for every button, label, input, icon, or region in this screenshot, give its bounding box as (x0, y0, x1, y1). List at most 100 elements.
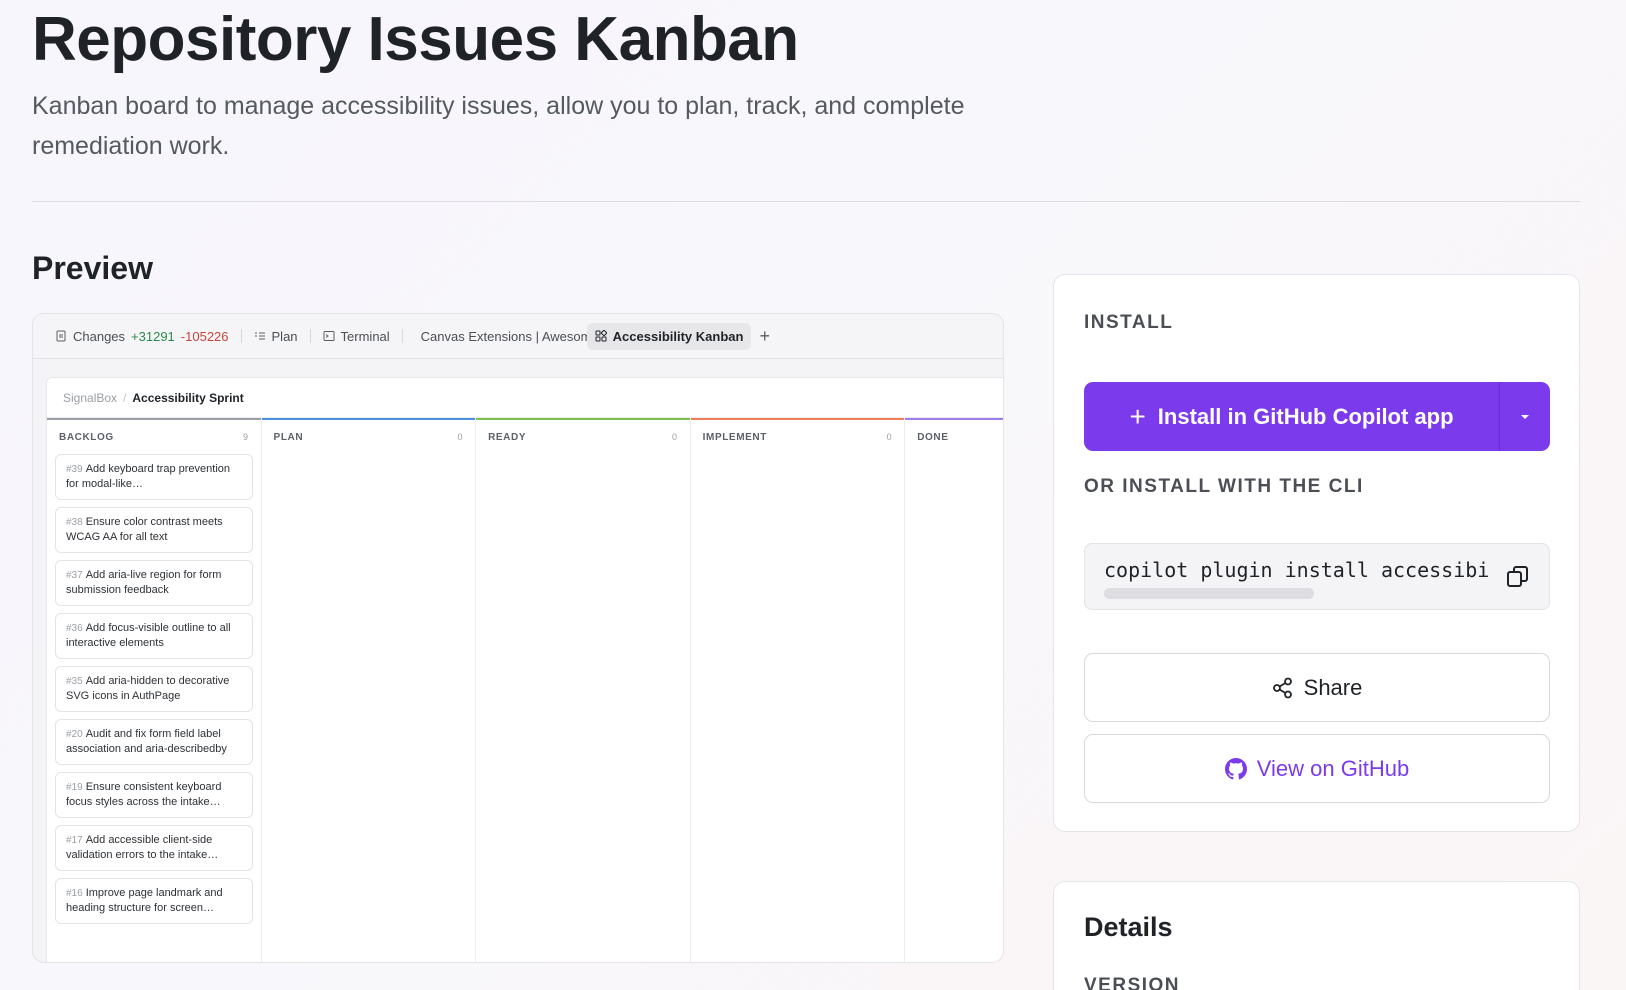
issue-card[interactable]: #19 Ensure consistent keyboard focus styl… (55, 772, 253, 818)
column-count: 0 (457, 432, 464, 442)
issue-title: Add keyboard trap prevention for modal-l… (66, 463, 231, 490)
issue-title: Add accessible client-side validation er… (66, 834, 219, 861)
issue-title: Add focus-visible outline to all interac… (66, 622, 231, 649)
install-heading: INSTALL (1084, 312, 1174, 333)
column-title: BACKLOG (59, 431, 114, 443)
page-subtitle: Kanban board to manage accessibility iss… (32, 92, 965, 160)
issue-number: #16 (66, 888, 83, 899)
tab-label: Accessibility Kanban (612, 328, 744, 344)
apps-icon (595, 330, 607, 342)
column-count: 0 (672, 432, 678, 442)
preview-tabbar: Changes +31291 -105226 Plan Terminal Can… (33, 314, 1003, 359)
issue-number: #35 (66, 676, 83, 687)
column-title: DONE (917, 431, 949, 443)
tab-label: Plan (271, 328, 298, 344)
install-copilot-button[interactable]: + Install in GitHub Copilot app (1084, 382, 1500, 451)
column-title: READY (488, 431, 527, 443)
tab-changes[interactable]: Changes +31291 -105226 (47, 323, 237, 350)
column-plan: PLAN 0 (261, 418, 477, 962)
github-label: View on GitHub (1256, 755, 1410, 781)
cli-command[interactable]: copilot plugin install accessibility-kan… (1104, 558, 1489, 582)
column-header: DONE (905, 418, 1003, 454)
issue-title: Audit and fix form field label associati… (66, 728, 227, 755)
issue-card[interactable]: #37 Add aria-live region for form submiss… (55, 560, 253, 606)
terminal-icon (323, 331, 335, 341)
file-icon (56, 330, 66, 342)
breadcrumb: SignalBox / Accessibility Sprint (47, 378, 1003, 418)
issue-card[interactable]: #36 Add focus-visible outline to all inte… (55, 613, 253, 659)
share-button[interactable]: Share (1084, 653, 1550, 722)
details-heading: Details (1084, 912, 1173, 942)
issue-number: #19 (66, 782, 83, 793)
breadcrumb-root[interactable]: SignalBox (63, 391, 117, 405)
view-on-github-button[interactable]: View on GitHub (1084, 734, 1550, 803)
tab-terminal[interactable]: Terminal (315, 323, 398, 350)
tab-label: Changes (73, 328, 126, 344)
breadcrumb-separator: / (123, 390, 127, 405)
tab-label: Canvas Extensions | Awesome (420, 328, 587, 344)
tab-label: Terminal (340, 328, 390, 344)
github-icon (1224, 757, 1247, 779)
issue-card[interactable]: #38 Ensure color contrast meets WCAG AA f… (55, 507, 253, 553)
column-header: BACKLOG 9 (47, 418, 261, 454)
version-label: VERSION (1084, 975, 1181, 990)
install-button-group: + Install in GitHub Copilot app (1084, 382, 1550, 451)
column-count: 0 (886, 432, 893, 442)
column-header: READY 0 (476, 418, 690, 454)
column-count: 9 (242, 432, 249, 442)
tab-accessibility-kanban[interactable]: Accessibility Kanban (586, 322, 752, 350)
issue-card[interactable]: #16 Improve page landmark and heading str… (55, 878, 253, 924)
issue-title: Add aria-live region for form submission… (66, 569, 222, 596)
list-icon (254, 332, 265, 340)
preview-frame: Changes +31291 -105226 Plan Terminal Can… (32, 313, 1004, 963)
kanban-board: SignalBox / Accessibility Sprint BACKLOG… (46, 377, 1003, 962)
tab-separator (309, 329, 311, 343)
details-panel: Details VERSION (1053, 881, 1580, 990)
issue-card[interactable]: #17 Add accessible client-side validation… (55, 825, 253, 871)
tab-plan[interactable]: Plan (246, 323, 306, 350)
column-implement: IMPLEMENT 0 (690, 418, 906, 962)
share-label: Share (1303, 674, 1363, 700)
issue-number: #20 (66, 729, 83, 740)
new-tab-plus-icon[interactable]: + (759, 326, 770, 347)
column-backlog: BACKLOG 9 #39 Add keyboard trap preventio… (47, 418, 262, 962)
cli-heading: OR INSTALL WITH THE CLI (1084, 476, 1364, 497)
share-icon (1272, 677, 1292, 698)
column-ready: READY 0 (476, 418, 691, 962)
issue-number: #37 (66, 570, 83, 581)
copy-icon[interactable] (1505, 564, 1531, 590)
issue-title: Ensure consistent keyboard focus styles … (66, 781, 222, 808)
install-panel: INSTALL + Install in GitHub Copilot app … (1053, 274, 1580, 832)
additions-count: +31291 (131, 328, 175, 344)
tab-separator (401, 329, 403, 343)
kanban-columns: BACKLOG 9 #39 Add keyboard trap preventio… (47, 418, 1003, 962)
issue-number: #38 (66, 517, 83, 528)
issue-title: Ensure color contrast meets WCAG AA for … (66, 516, 223, 543)
divider (32, 201, 1580, 202)
column-title: IMPLEMENT (702, 431, 767, 443)
issue-card[interactable]: #39 Add keyboard trap prevention for moda… (55, 454, 253, 500)
tab-canvas-extensions[interactable]: Canvas Extensions | Awesome (407, 323, 587, 350)
preview-heading: Preview (32, 250, 153, 286)
issue-title: Add aria-hidden to decorative SVG icons … (66, 675, 230, 702)
caret-down-icon (1521, 414, 1529, 419)
issue-number: #39 (66, 464, 83, 475)
column-done: DONE (905, 418, 1003, 962)
plus-icon: + (1129, 400, 1146, 432)
issue-title: Improve page landmark and heading struct… (66, 887, 223, 914)
breadcrumb-current: Accessibility Sprint (132, 390, 244, 405)
deletions-count: -105226 (180, 328, 229, 344)
install-button-label: Install in GitHub Copilot app (1157, 403, 1454, 429)
cli-scrollbar[interactable] (1104, 588, 1314, 599)
column-title: PLAN (273, 431, 304, 443)
column-header: IMPLEMENT 0 (690, 418, 905, 454)
column-header: PLAN 0 (261, 418, 476, 454)
issue-card[interactable]: #35 Add aria-hidden to decorative SVG ico… (55, 666, 253, 712)
tab-separator (240, 329, 242, 343)
cli-command-box: copilot plugin install accessibility-kan… (1084, 543, 1550, 610)
issue-card[interactable]: #20 Audit and fix form field label associ… (55, 719, 253, 765)
issue-number: #17 (66, 835, 83, 846)
page-title: Repository Issues Kanban (32, 5, 799, 74)
install-dropdown-button[interactable] (1500, 382, 1550, 451)
issue-number: #36 (66, 623, 83, 634)
